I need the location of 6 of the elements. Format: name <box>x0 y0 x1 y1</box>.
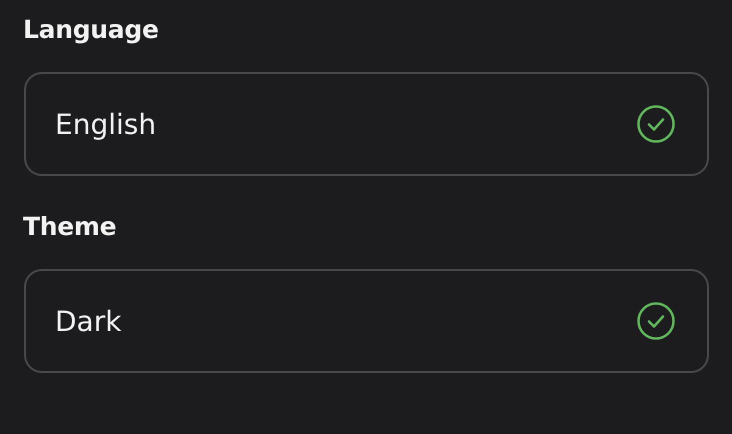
option-field[interactable]: English <box>24 72 709 176</box>
option-field[interactable]: Dark <box>24 269 709 373</box>
option-value: English <box>55 108 156 140</box>
section-label: Theme <box>23 211 118 243</box>
option-value: Dark <box>55 304 122 338</box>
section-label: Language <box>23 14 160 46</box>
